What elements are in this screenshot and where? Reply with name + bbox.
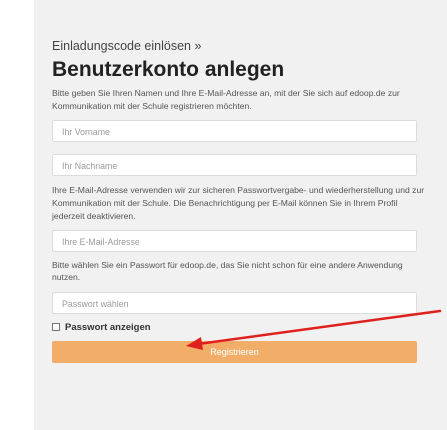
last-name-input[interactable]: Ihr Nachname [52,154,417,177]
password-info-text: Bitte wählen Sie ein Passwort für edoop.… [52,259,403,283]
show-password-label: Passwort anzeigen [65,321,151,333]
registration-panel: Einladungscode einlösen » Benutzerkonto … [34,0,447,430]
show-password-row[interactable]: Passwort anzeigen [52,322,427,333]
show-password-checkbox[interactable] [52,323,60,332]
intro-text: Bitte geben Sie Ihren Namen und Ihre E-M… [52,88,400,111]
password-input[interactable]: Passwort wählen [52,291,417,314]
email-input[interactable]: Ihre E-Mail-Adresse [52,229,417,252]
email-info-text: Ihre E-Mail-Adresse verwenden wir zur si… [52,185,425,221]
redeem-code-link[interactable]: Einladungscode einlösen » [52,38,427,54]
registration-form: Einladungscode einlösen » Benutzerkonto … [52,38,427,363]
first-name-input[interactable]: Ihr Vorname [52,120,417,143]
register-button[interactable]: Registrieren [52,340,417,363]
page-title: Benutzerkonto anlegen [52,58,285,81]
